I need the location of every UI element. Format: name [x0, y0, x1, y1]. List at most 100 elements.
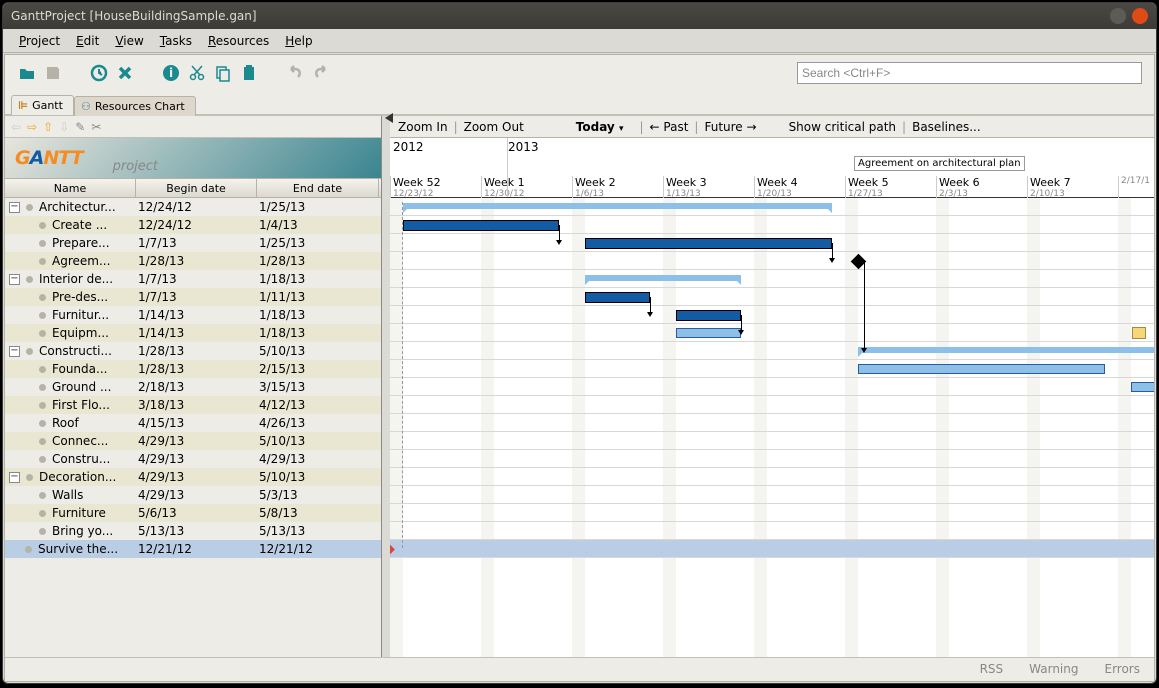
- nav-back-icon[interactable]: ⇦: [11, 120, 21, 134]
- task-begin: 4/29/13: [136, 432, 257, 450]
- gantt-bar[interactable]: [585, 292, 650, 303]
- today-button[interactable]: Today ▾: [576, 120, 624, 134]
- task-name: Interior de...: [39, 270, 113, 288]
- zoom-out-button[interactable]: Zoom Out: [464, 120, 524, 134]
- gantt-bar[interactable]: [403, 220, 559, 231]
- close-button[interactable]: [1132, 8, 1148, 24]
- gantt-bar[interactable]: [585, 238, 832, 249]
- expander-icon[interactable]: −: [9, 346, 20, 357]
- task-bullet-icon: [39, 492, 46, 499]
- panel-splitter[interactable]: [382, 116, 390, 657]
- table-row[interactable]: −Decoration...4/29/135/10/13: [5, 468, 381, 486]
- milestone-annotation: Agreement on architectural plan: [854, 156, 1025, 171]
- expander-icon[interactable]: −: [9, 472, 20, 483]
- tab-gantt[interactable]: ⊫Gantt: [11, 95, 74, 115]
- baselines-button[interactable]: Baselines...: [912, 120, 981, 134]
- table-row[interactable]: −Architectur...12/24/121/25/13: [5, 198, 381, 216]
- col-begin[interactable]: Begin date: [136, 179, 257, 197]
- table-row[interactable]: Walls4/29/135/3/13: [5, 486, 381, 504]
- nav-up-icon[interactable]: ⇧: [43, 120, 53, 134]
- gantt-bar[interactable]: [403, 203, 832, 209]
- table-row[interactable]: Founda...1/28/132/15/13: [5, 360, 381, 378]
- tab-resources[interactable]: ⚇Resources Chart: [74, 96, 196, 116]
- table-row[interactable]: −Interior de...1/7/131/18/13: [5, 270, 381, 288]
- table-row[interactable]: Create ...12/24/121/4/13: [5, 216, 381, 234]
- gantt-bar[interactable]: [858, 347, 1154, 353]
- task-name: Furnitur...: [52, 306, 109, 324]
- clock-icon[interactable]: [89, 63, 109, 83]
- table-row[interactable]: Survive the...12/21/1212/21/12: [5, 540, 381, 558]
- link-icon[interactable]: ✂: [91, 120, 101, 134]
- menu-tasks[interactable]: Tasks: [154, 32, 198, 50]
- table-row[interactable]: −Constructi...1/28/135/10/13: [5, 342, 381, 360]
- gantt-chart-panel: Zoom In | Zoom Out Today ▾ | ← Past | Fu…: [390, 116, 1154, 657]
- timeline-header[interactable]: 20122013Agreement on architectural planW…: [390, 138, 1154, 198]
- search-input[interactable]: [797, 62, 1142, 84]
- gantt-bar[interactable]: [676, 310, 741, 321]
- critical-path-button[interactable]: Show critical path: [789, 120, 896, 134]
- minimize-button[interactable]: [1110, 8, 1126, 24]
- status-errors[interactable]: Errors: [1104, 662, 1140, 676]
- redo-icon[interactable]: [311, 63, 331, 83]
- gantt-bar[interactable]: [585, 275, 741, 281]
- gantt-chart[interactable]: [390, 198, 1154, 657]
- col-end[interactable]: End date: [257, 179, 379, 197]
- expander-icon[interactable]: −: [9, 202, 20, 213]
- table-row[interactable]: Constru...4/29/134/29/13: [5, 450, 381, 468]
- paste-icon[interactable]: [239, 63, 259, 83]
- past-button[interactable]: ← Past: [650, 120, 689, 134]
- cut-icon[interactable]: [187, 63, 207, 83]
- save-icon[interactable]: [43, 63, 63, 83]
- task-name: Founda...: [52, 360, 107, 378]
- table-row[interactable]: Ground ...2/18/133/15/13: [5, 378, 381, 396]
- gantt-bar[interactable]: [1131, 382, 1154, 392]
- table-row[interactable]: Furniture5/6/135/8/13: [5, 504, 381, 522]
- table-row[interactable]: Furnitur...1/14/131/18/13: [5, 306, 381, 324]
- task-end: 1/4/13: [257, 216, 378, 234]
- menu-help[interactable]: Help: [279, 32, 318, 50]
- task-end: 5/10/13: [257, 468, 378, 486]
- gantt-row: [390, 414, 1154, 432]
- nav-down-icon[interactable]: ⇩: [59, 120, 69, 134]
- table-row[interactable]: Connec...4/29/135/10/13: [5, 432, 381, 450]
- view-tabs: ⊫Gantt ⚇Resources Chart: [5, 91, 1154, 116]
- info-icon[interactable]: i: [161, 63, 181, 83]
- gantt-bar[interactable]: [676, 328, 741, 338]
- menu-resources[interactable]: Resources: [202, 32, 275, 50]
- menu-project[interactable]: Project: [13, 32, 66, 50]
- col-name[interactable]: Name: [5, 179, 136, 197]
- task-begin: 4/29/13: [136, 450, 257, 468]
- menu-edit[interactable]: Edit: [70, 32, 105, 50]
- status-rss[interactable]: RSS: [980, 662, 1004, 676]
- table-row[interactable]: Roof4/15/134/26/13: [5, 414, 381, 432]
- edit-icon[interactable]: ✎: [75, 120, 85, 134]
- delete-icon[interactable]: [115, 63, 135, 83]
- expander-icon[interactable]: −: [9, 274, 20, 285]
- future-button[interactable]: Future →: [704, 120, 756, 134]
- nav-forward-icon[interactable]: ⇨: [27, 120, 37, 134]
- open-icon[interactable]: [17, 63, 37, 83]
- dropdown-icon: ▾: [619, 124, 624, 134]
- zoom-in-button[interactable]: Zoom In: [398, 120, 448, 134]
- status-warning[interactable]: Warning: [1029, 662, 1078, 676]
- week-column: Week 72/10/13: [1027, 176, 1118, 198]
- copy-icon[interactable]: [213, 63, 233, 83]
- note-icon[interactable]: [1132, 327, 1146, 339]
- table-row[interactable]: Pre-des...1/7/131/11/13: [5, 288, 381, 306]
- task-begin: 1/28/13: [136, 342, 257, 360]
- table-row[interactable]: Equipm...1/14/131/18/13: [5, 324, 381, 342]
- window-title: GanttProject [HouseBuildingSample.gan]: [11, 9, 257, 23]
- table-row[interactable]: First Flo...3/18/134/12/13: [5, 396, 381, 414]
- undo-icon[interactable]: [285, 63, 305, 83]
- task-name: Architectur...: [39, 198, 116, 216]
- task-name: First Flo...: [52, 396, 110, 414]
- table-row[interactable]: Bring yo...5/13/135/13/13: [5, 522, 381, 540]
- gantt-row: [390, 540, 1154, 558]
- table-row[interactable]: Agreem...1/28/131/28/13: [5, 252, 381, 270]
- table-row[interactable]: Prepare...1/7/131/25/13: [5, 234, 381, 252]
- gantt-bar[interactable]: [858, 364, 1105, 374]
- menu-view[interactable]: View: [109, 32, 149, 50]
- task-name: Constructi...: [39, 342, 112, 360]
- today-line: [402, 202, 403, 548]
- gantt-row: [390, 468, 1154, 486]
